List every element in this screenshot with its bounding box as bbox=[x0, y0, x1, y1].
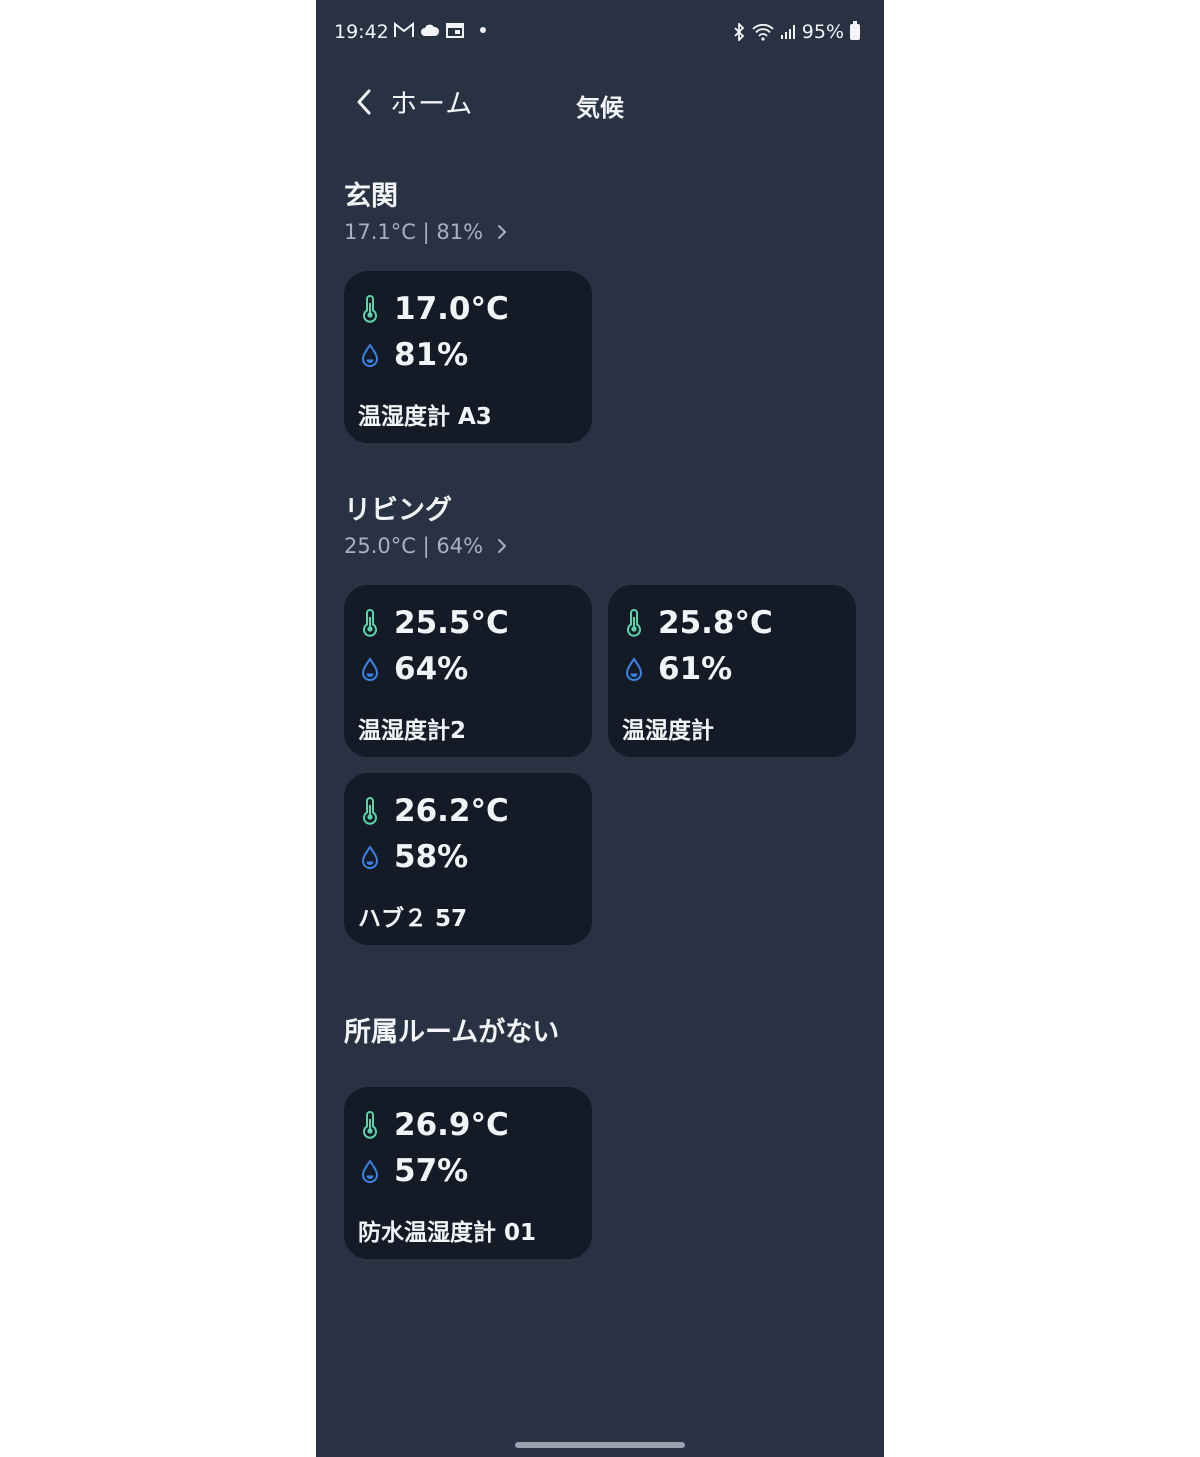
chevron-right-icon bbox=[498, 225, 507, 239]
sensor-card[interactable]: 26.9°C 57% 防水温湿度計 01 bbox=[344, 1087, 592, 1259]
chevron-right-icon bbox=[498, 539, 507, 553]
thermometer-icon bbox=[363, 797, 377, 825]
summary-text: 25.0°C | 64% bbox=[344, 534, 484, 558]
humidity-value: 57% bbox=[394, 1153, 469, 1189]
status-left-icons bbox=[394, 22, 486, 38]
droplet-icon bbox=[361, 845, 379, 869]
page-title: 気候 bbox=[576, 94, 624, 122]
phone-screen: 19:42 95% ホーム 気候 玄関 17.1°C | 81% 17.0°C … bbox=[316, 0, 884, 1457]
droplet-icon bbox=[361, 343, 379, 367]
droplet-icon bbox=[625, 657, 643, 681]
section-summary-genkan[interactable]: 17.1°C | 81% bbox=[344, 220, 507, 244]
thermometer-icon bbox=[627, 609, 641, 637]
header: ホーム 気候 bbox=[316, 80, 884, 124]
humidity-value: 64% bbox=[394, 651, 469, 687]
status-bar: 19:42 95% bbox=[316, 18, 884, 48]
summary-text: 17.1°C | 81% bbox=[344, 220, 484, 244]
calendar-icon bbox=[446, 23, 464, 38]
status-right-icons: 95% bbox=[732, 21, 860, 43]
humidity-row: 58% bbox=[360, 839, 468, 875]
temperature-row: 17.0°C bbox=[360, 291, 509, 327]
notification-dot bbox=[480, 27, 486, 33]
device-name: 温湿度計 bbox=[622, 718, 714, 744]
temperature-value: 26.2°C bbox=[394, 793, 509, 829]
temperature-row: 25.5°C bbox=[360, 605, 509, 641]
thermometer-icon bbox=[363, 295, 377, 323]
home-indicator[interactable] bbox=[515, 1442, 685, 1448]
cloud-icon bbox=[421, 24, 440, 36]
sensor-card[interactable]: 25.5°C 64% 温湿度計2 bbox=[344, 585, 592, 757]
humidity-value: 58% bbox=[394, 839, 469, 875]
humidity-row: 81% bbox=[360, 337, 468, 373]
temperature-value: 25.8°C bbox=[658, 605, 773, 641]
signal-icon bbox=[780, 25, 795, 39]
device-name: 防水温湿度計 01 bbox=[358, 1220, 537, 1246]
temperature-row: 26.9°C bbox=[360, 1107, 509, 1143]
device-name: ハブ２ 57 bbox=[358, 906, 468, 932]
humidity-value: 81% bbox=[394, 337, 469, 373]
temperature-value: 17.0°C bbox=[394, 291, 509, 327]
device-name: 温湿度計 A3 bbox=[358, 404, 492, 430]
humidity-row: 64% bbox=[360, 651, 468, 687]
humidity-row: 57% bbox=[360, 1153, 468, 1189]
battery-icon bbox=[850, 21, 860, 40]
wifi-icon bbox=[752, 23, 774, 41]
sensor-card[interactable]: 25.8°C 61% 温湿度計 bbox=[608, 585, 856, 757]
humidity-value: 61% bbox=[658, 651, 733, 687]
thermometer-icon bbox=[363, 609, 377, 637]
gmail-icon bbox=[394, 22, 414, 37]
humidity-row: 61% bbox=[624, 651, 732, 687]
section-title-genkan: 玄関 bbox=[344, 181, 398, 212]
temperature-row: 25.8°C bbox=[624, 605, 773, 641]
status-time: 19:42 bbox=[334, 21, 389, 43]
battery-percent: 95% bbox=[801, 21, 844, 43]
temperature-row: 26.2°C bbox=[360, 793, 509, 829]
temperature-value: 25.5°C bbox=[394, 605, 509, 641]
thermometer-icon bbox=[363, 1111, 377, 1139]
section-title-unassigned: 所属ルームがない bbox=[344, 1017, 560, 1048]
section-title-living: リビング bbox=[344, 495, 452, 526]
sensor-card[interactable]: 26.2°C 58% ハブ２ 57 bbox=[344, 773, 592, 945]
device-name: 温湿度計2 bbox=[358, 718, 467, 744]
sensor-card[interactable]: 17.0°C 81% 温湿度計 A3 bbox=[344, 271, 592, 443]
bluetooth-icon bbox=[734, 23, 745, 41]
section-summary-living[interactable]: 25.0°C | 64% bbox=[344, 534, 507, 558]
droplet-icon bbox=[361, 1159, 379, 1183]
droplet-icon bbox=[361, 657, 379, 681]
temperature-value: 26.9°C bbox=[394, 1107, 509, 1143]
